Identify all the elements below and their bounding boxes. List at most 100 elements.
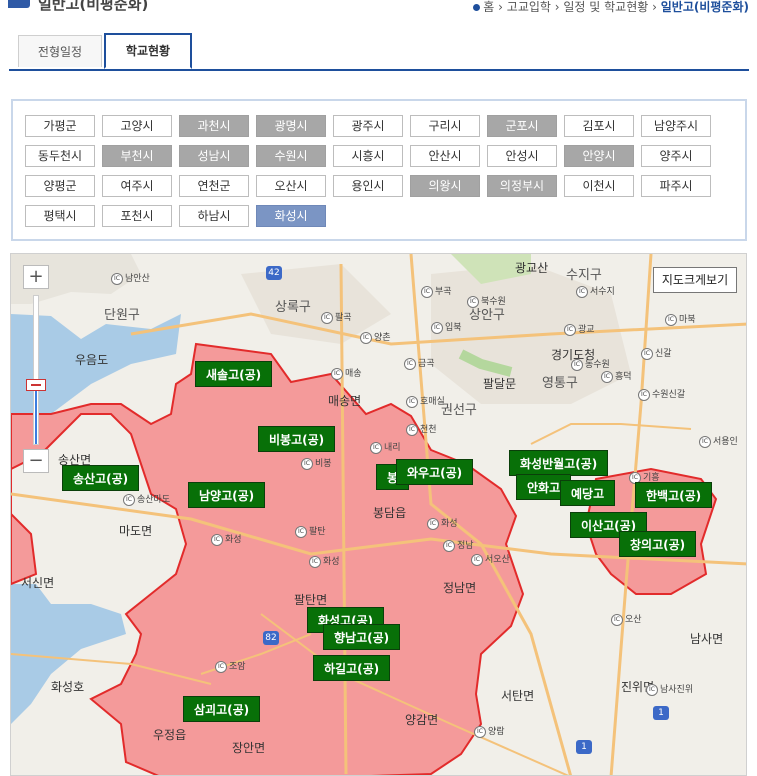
- interchange-icon: IC: [467, 295, 479, 308]
- school-map[interactable]: 단원구 상록구 상안구 수지구 영통구 권선구 우음도 송산면 마도면 서신면 매송면 봉담읍 팔탄면 정…: [10, 253, 747, 776]
- zoom-out-button[interactable]: −: [23, 449, 49, 473]
- interchange-icon: IC: [211, 533, 223, 546]
- map-interchange: IC 서수지: [576, 284, 615, 298]
- region-button[interactable]: 양주시: [641, 145, 711, 167]
- region-button[interactable]: 성남시: [179, 145, 249, 167]
- interchange-icon: IC: [370, 441, 382, 454]
- breadcrumb-admission[interactable]: 고교입학: [507, 0, 551, 14]
- interchange-icon: IC: [665, 313, 677, 326]
- interchange-icon: IC: [331, 367, 343, 380]
- map-interchange: IC 남안산: [111, 271, 150, 285]
- zoom-slider-handle[interactable]: [26, 379, 46, 391]
- map-place-label: 권선구: [441, 403, 477, 418]
- region-button[interactable]: 안산시: [410, 145, 480, 167]
- region-button[interactable]: 고양시: [102, 115, 172, 137]
- map-interchange: IC 양람: [474, 724, 505, 738]
- title-accent-bar: [8, 0, 30, 8]
- region-button[interactable]: 군포시: [487, 115, 557, 137]
- map-interchange: IC 매송: [331, 366, 362, 380]
- map-interchange: IC 화성: [309, 554, 340, 568]
- zoom-slider-track[interactable]: [33, 295, 39, 445]
- interchange-icon: IC: [571, 358, 583, 371]
- map-place-label: 영통구: [542, 376, 578, 391]
- interchange-label: 남안산: [125, 274, 150, 284]
- map-place-label: 서탄면: [501, 689, 535, 703]
- school-marker[interactable]: 송산고(공): [62, 465, 140, 491]
- region-button[interactable]: 의정부시: [487, 175, 557, 197]
- interchange-icon: IC: [638, 388, 650, 401]
- school-marker[interactable]: 한백고(공): [635, 482, 713, 508]
- interchange-icon: IC: [421, 285, 433, 298]
- interchange-label: 입북: [445, 323, 462, 333]
- interchange-label: 정남: [457, 541, 474, 551]
- school-marker[interactable]: 향남고(공): [323, 624, 401, 650]
- region-button[interactable]: 용인시: [333, 175, 403, 197]
- region-button[interactable]: 여주시: [102, 175, 172, 197]
- school-marker[interactable]: 하길고(공): [313, 655, 391, 681]
- interchange-icon: IC: [360, 331, 372, 344]
- region-button[interactable]: 하남시: [179, 205, 249, 227]
- breadcrumb-current: 일반고(비평준화): [660, 0, 749, 14]
- school-marker[interactable]: 화성반월고(공): [509, 450, 609, 476]
- school-marker[interactable]: 삼괴고(공): [183, 696, 261, 722]
- interchange-icon: IC: [301, 457, 313, 470]
- interchange-label: 양촌: [374, 333, 391, 343]
- map-interchange: IC 금곡: [404, 356, 435, 370]
- region-button[interactable]: 남양주시: [641, 115, 711, 137]
- zoom-in-button[interactable]: +: [23, 265, 49, 289]
- breadcrumb-home[interactable]: 홈: [483, 0, 494, 14]
- map-interchange: IC 호매실: [406, 394, 445, 408]
- map-interchange: IC 천천: [406, 422, 437, 436]
- school-marker[interactable]: 새솔고(공): [195, 361, 273, 387]
- region-button[interactable]: 동두천시: [25, 145, 95, 167]
- map-interchange: IC 신갈: [641, 346, 672, 360]
- zoom-control: + −: [23, 265, 49, 477]
- interchange-icon: IC: [641, 347, 653, 360]
- region-button[interactable]: 포천시: [102, 205, 172, 227]
- map-place-label: 우정읍: [153, 728, 187, 742]
- region-button[interactable]: 오산시: [256, 175, 326, 197]
- region-button[interactable]: 수원시: [256, 145, 326, 167]
- tab-schedule[interactable]: 전형일정: [18, 35, 102, 67]
- region-button[interactable]: 안양시: [564, 145, 634, 167]
- interchange-icon: IC: [646, 683, 658, 696]
- region-button[interactable]: 광주시: [333, 115, 403, 137]
- region-button[interactable]: 부천시: [102, 145, 172, 167]
- map-place-label: 장안면: [232, 741, 266, 755]
- map-interchange: IC 북수원: [467, 294, 506, 308]
- region-button[interactable]: 파주시: [641, 175, 711, 197]
- region-button[interactable]: 광명시: [256, 115, 326, 137]
- school-marker[interactable]: 와우고(공): [396, 459, 474, 485]
- interchange-label: 비봉: [315, 459, 332, 469]
- region-button[interactable]: 안성시: [487, 145, 557, 167]
- school-marker[interactable]: 남양고(공): [188, 482, 266, 508]
- map-interchange: IC 서오산: [471, 552, 510, 566]
- map-place-label: 팔달문: [483, 377, 517, 391]
- region-button[interactable]: 평택시: [25, 205, 95, 227]
- school-marker[interactable]: 창의고(공): [619, 531, 697, 557]
- interchange-label: 마북: [679, 315, 696, 325]
- interchange-icon: IC: [443, 539, 455, 552]
- breadcrumb-schedule[interactable]: 일정 및 학교현황: [563, 0, 648, 14]
- school-marker[interactable]: 비봉고(공): [258, 426, 336, 452]
- map-interchange: IC 흥덕: [601, 369, 632, 383]
- region-button[interactable]: 김포시: [564, 115, 634, 137]
- map-interchange: IC 팔탄: [295, 524, 326, 538]
- map-interchange: IC 입북: [431, 320, 462, 334]
- region-button[interactable]: 양평군: [25, 175, 95, 197]
- region-button[interactable]: 구리시: [410, 115, 480, 137]
- tab-school-status[interactable]: 학교현황: [104, 33, 192, 69]
- region-button[interactable]: 화성시: [256, 205, 326, 227]
- map-place-label: 상록구: [275, 300, 311, 315]
- home-icon: [473, 4, 481, 11]
- region-button[interactable]: 가평군: [25, 115, 95, 137]
- enlarge-map-button[interactable]: 지도크게보기: [653, 267, 737, 293]
- region-button[interactable]: 의왕시: [410, 175, 480, 197]
- map-place-label: 매송면: [328, 394, 362, 408]
- interchange-icon: IC: [404, 357, 416, 370]
- region-button[interactable]: 과천시: [179, 115, 249, 137]
- region-button[interactable]: 이천시: [564, 175, 634, 197]
- school-marker[interactable]: 예당고: [560, 480, 616, 506]
- region-button[interactable]: 시흥시: [333, 145, 403, 167]
- region-button[interactable]: 연천군: [179, 175, 249, 197]
